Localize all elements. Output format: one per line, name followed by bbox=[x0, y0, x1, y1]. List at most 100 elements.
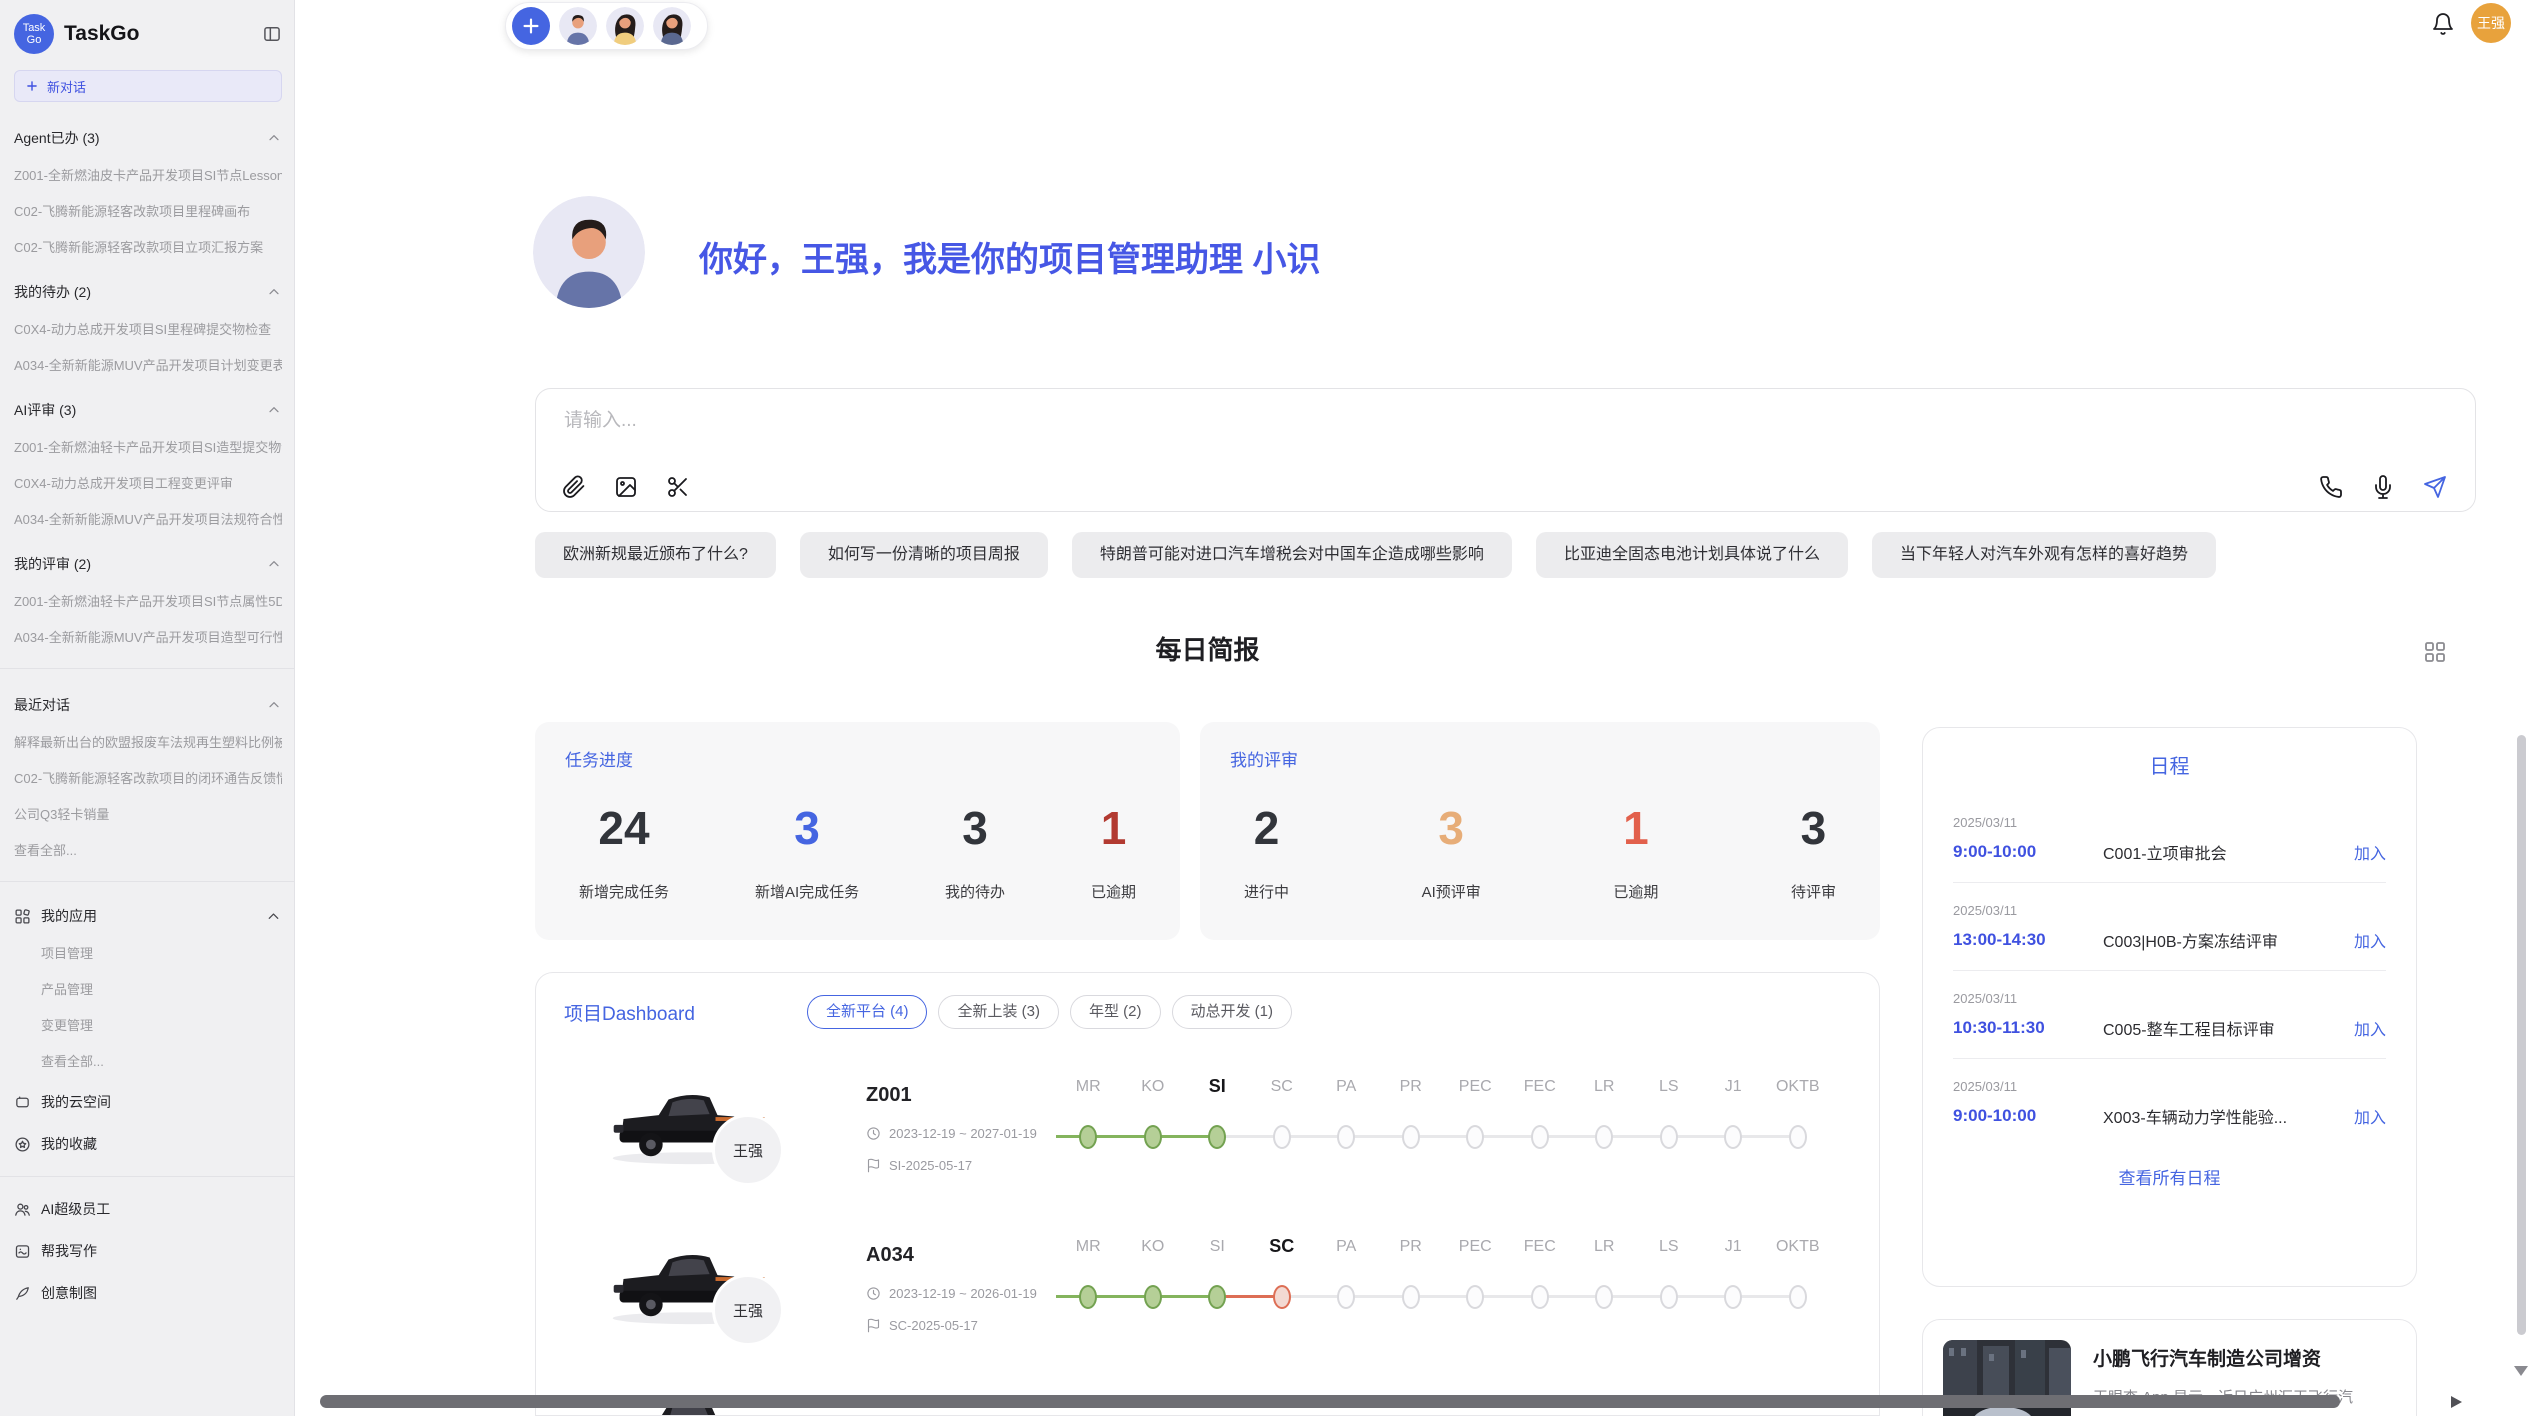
sidebar-item[interactable]: C02-飞腾新能源轻客改款项目的闭环通告反馈情况 bbox=[14, 768, 282, 787]
composer-card bbox=[535, 388, 2476, 512]
phone-call-icon[interactable] bbox=[2319, 475, 2343, 499]
dashboard-tab[interactable]: 全新平台 (4) bbox=[807, 995, 928, 1029]
dashboard-tab[interactable]: 动总开发 (1) bbox=[1172, 995, 1293, 1029]
daily-briefing-title: 每日简报 bbox=[535, 630, 1880, 667]
paperclip-icon[interactable] bbox=[562, 475, 586, 499]
sidebar-link-cloud[interactable]: 我的云空间 bbox=[14, 1092, 282, 1112]
sidebar-item[interactable]: Z001-全新燃油轻卡产品开发项目SI节点属性5D文件评审 bbox=[14, 591, 282, 610]
people-icon bbox=[14, 1201, 31, 1218]
milestone-label: SC bbox=[1250, 1236, 1315, 1257]
join-meeting-link[interactable]: 加入 bbox=[2354, 1104, 2386, 1128]
milestone-label: J1 bbox=[1701, 1238, 1766, 1256]
write-icon bbox=[14, 1243, 31, 1260]
milestone-label: SC bbox=[1250, 1078, 1315, 1096]
scroll-down-arrow[interactable] bbox=[2514, 1366, 2528, 1376]
sidebar-section: AI评审 (3) Z001-全新燃油轻卡产品开发项目SI造型提交物评审 C0X4-动… bbox=[14, 400, 282, 528]
sidebar-item[interactable]: C02-飞腾新能源轻客改款项目里程碑画布 bbox=[14, 201, 282, 220]
member-avatar[interactable] bbox=[606, 7, 644, 45]
scissors-icon[interactable] bbox=[666, 475, 690, 499]
app-item[interactable]: 产品管理 bbox=[41, 979, 282, 998]
notifications-bell-icon[interactable] bbox=[2431, 11, 2455, 37]
project-row-A034[interactable]: 王强 A034 2023-12-19 ~ 2026-01-19 SC-2025-… bbox=[536, 1228, 1879, 1388]
sidebar-link-write[interactable]: 帮我写作 bbox=[14, 1241, 282, 1261]
stat-label: 待评审 bbox=[1791, 881, 1836, 902]
project-row-Z001[interactable]: 王强 Z001 2023-12-19 ~ 2027-01-19 SI-2025-… bbox=[536, 1068, 1879, 1228]
sidebar-item[interactable]: 解释最新出台的欧盟报废车法规再生塑料比例被调至15%... bbox=[14, 732, 282, 751]
chevron-up-icon bbox=[266, 402, 282, 418]
sidebar-item[interactable]: 公司Q3轻卡销量 bbox=[14, 804, 282, 823]
member-avatar[interactable] bbox=[653, 7, 691, 45]
sidebar-item[interactable]: A034-全新新能源MUV产品开发项目法规符合性评审 bbox=[14, 509, 282, 528]
join-meeting-link[interactable]: 加入 bbox=[2354, 1016, 2386, 1040]
vertical-scrollbar-thumb[interactable] bbox=[2517, 735, 2526, 1335]
my-apps-header[interactable]: 我的应用 bbox=[14, 906, 282, 926]
add-conversation-button[interactable] bbox=[512, 7, 550, 45]
sidebar-section-header[interactable]: 我的评审 (2) bbox=[14, 554, 282, 574]
stat-item: 3AI预评审 bbox=[1422, 801, 1481, 902]
sidebar-item[interactable]: A034-全新新能源MUV产品开发项目计划变更表编写 bbox=[14, 355, 282, 374]
layout-grid-icon[interactable] bbox=[2423, 640, 2447, 664]
microphone-icon[interactable] bbox=[2371, 475, 2395, 499]
milestone-FEC: FEC bbox=[1508, 1228, 1573, 1348]
milestone-dot bbox=[1531, 1125, 1549, 1149]
suggestion-chip[interactable]: 特朗普可能对进口汽车增税会对中国车企造成哪些影响 bbox=[1072, 532, 1512, 578]
milestone-SC: SC bbox=[1250, 1228, 1315, 1348]
join-meeting-link[interactable]: 加入 bbox=[2354, 928, 2386, 952]
user-avatar[interactable]: 王强 bbox=[2471, 3, 2511, 43]
sidebar-item[interactable]: Z001-全新燃油轻卡产品开发项目SI造型提交物评审 bbox=[14, 437, 282, 456]
app-item[interactable]: 查看全部... bbox=[41, 1051, 282, 1070]
view-all-schedule-link[interactable]: 查看所有日程 bbox=[1953, 1164, 2386, 1189]
sidebar-item[interactable]: 查看全部... bbox=[14, 840, 282, 859]
sidebar-item[interactable]: C0X4-动力总成开发项目工程变更评审 bbox=[14, 473, 282, 492]
chat-input[interactable] bbox=[562, 403, 1766, 451]
suggestion-chip[interactable]: 如何写一份清晰的项目周报 bbox=[800, 532, 1048, 578]
sidebar-link-star[interactable]: 我的收藏 bbox=[14, 1134, 282, 1154]
sidebar-collapse-icon[interactable] bbox=[262, 24, 282, 44]
sidebar-link-people[interactable]: AI超级员工 bbox=[14, 1199, 282, 1219]
sidebar-item[interactable]: A034-全新新能源MUV产品开发项目造型可行性评审 bbox=[14, 627, 282, 646]
sidebar-item[interactable]: C0X4-动力总成开发项目SI里程碑提交物检查 bbox=[14, 319, 282, 338]
dashboard-tab[interactable]: 年型 (2) bbox=[1070, 995, 1161, 1029]
right-column: 日程 2025/03/119:00-10:00C001-立项审批会加入2025/… bbox=[1922, 727, 2417, 1416]
sidebar-link-quill[interactable]: 创意制图 bbox=[14, 1283, 282, 1303]
sidebar-section-header[interactable]: AI评审 (3) bbox=[14, 400, 282, 420]
recent-chats-section: 最近对话解释最新出台的欧盟报废车法规再生塑料比例被调至15%... C02-飞腾新… bbox=[14, 695, 282, 859]
join-meeting-link[interactable]: 加入 bbox=[2354, 840, 2386, 864]
new-chat-label: 新对话 bbox=[47, 77, 86, 96]
new-chat-button[interactable]: 新对话 bbox=[14, 70, 282, 102]
milestone-PA: PA bbox=[1314, 1068, 1379, 1188]
sidebar-item[interactable]: Z001-全新燃油皮卡产品开发项目SI节点Lesson Learn报告 bbox=[14, 165, 282, 184]
image-upload-icon[interactable] bbox=[614, 475, 638, 499]
stat-label: AI预评审 bbox=[1422, 881, 1481, 902]
sidebar-section-header[interactable]: 最近对话 bbox=[14, 695, 282, 715]
sidebar-section-header[interactable]: Agent已办 (3) bbox=[14, 128, 282, 148]
milestone-SI: SI bbox=[1185, 1228, 1250, 1348]
sidebar-item[interactable]: C02-飞腾新能源轻客改款项目立项汇报方案 bbox=[14, 237, 282, 256]
stat-label: 已逾期 bbox=[1091, 881, 1136, 902]
composer-actions bbox=[2319, 475, 2447, 499]
flag-icon bbox=[866, 1158, 881, 1173]
member-avatar[interactable] bbox=[559, 7, 597, 45]
send-icon[interactable] bbox=[2423, 475, 2447, 499]
dashboard-tab[interactable]: 全新上装 (3) bbox=[938, 995, 1059, 1029]
milestone-dot bbox=[1402, 1125, 1420, 1149]
app-item[interactable]: 变更管理 bbox=[41, 1015, 282, 1034]
milestone-timeline: MRKOSISCPAPRPECFECLRLSJ1OKTB bbox=[1056, 1068, 1830, 1188]
horizontal-scrollbar-thumb[interactable] bbox=[320, 1395, 2340, 1408]
event-date: 2025/03/11 bbox=[1953, 991, 2386, 1006]
suggestion-chip[interactable]: 比亚迪全固态电池计划具体说了什么 bbox=[1536, 532, 1848, 578]
sidebar-section-title: 最近对话 bbox=[14, 695, 70, 715]
stat-value: 3 bbox=[794, 801, 820, 855]
milestone-KO: KO bbox=[1121, 1068, 1186, 1188]
divider bbox=[0, 881, 294, 882]
milestone-label: PEC bbox=[1443, 1078, 1508, 1096]
suggestion-chip[interactable]: 欧洲新规最近颁布了什么? bbox=[535, 532, 776, 578]
milestone-label: LR bbox=[1572, 1078, 1637, 1096]
app-item[interactable]: 项目管理 bbox=[41, 943, 282, 962]
greeting-text: 你好，王强，我是你的项目管理助理 小识 bbox=[699, 232, 1320, 281]
milestone-label: J1 bbox=[1701, 1078, 1766, 1096]
milestone-label: PA bbox=[1314, 1238, 1379, 1256]
suggestion-chip[interactable]: 当下年轻人对汽车外观有怎样的喜好趋势 bbox=[1872, 532, 2216, 578]
sidebar-section-header[interactable]: 我的待办 (2) bbox=[14, 282, 282, 302]
scroll-right-arrow[interactable] bbox=[2451, 1396, 2462, 1408]
